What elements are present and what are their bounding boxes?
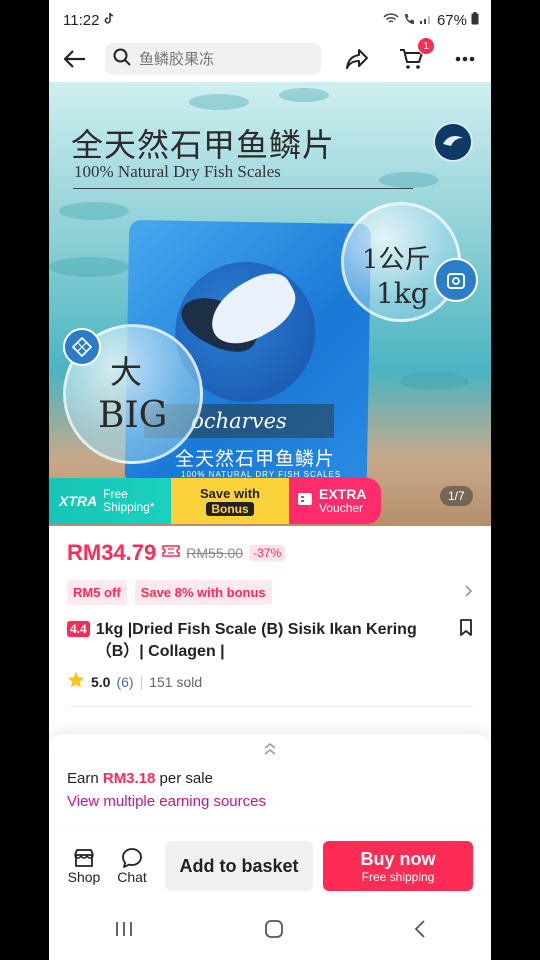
hero-divider (73, 188, 413, 189)
earn-amount: RM3.18 (102, 770, 156, 787)
signal-icon (419, 12, 433, 29)
brand-logo (433, 122, 473, 162)
promo-banner[interactable]: XTRA Free Shipping* Save with Bonus EXTR… (49, 478, 491, 524)
chat-button[interactable]: Chat (113, 847, 151, 885)
bottom-action-bar: Shop Chat Add to basket Buy now Free shi… (49, 830, 491, 902)
extra-voucher-promo[interactable]: EXTRA Voucher (289, 478, 381, 524)
call-icon (403, 12, 415, 29)
scale-icon (434, 258, 478, 302)
offer-chip[interactable]: RM5 off (67, 580, 127, 605)
chevron-right-icon[interactable] (465, 584, 473, 602)
coupon-icon (162, 544, 181, 563)
earn-text: Earn RM3.18 per sale (67, 770, 473, 787)
image-page-indicator: 1/7 (440, 486, 473, 506)
current-price: RM34.79 (67, 540, 157, 565)
product-title: 1kg |Dried Fish Scale (B) Sisik Ikan Ker… (95, 621, 417, 660)
back-nav-icon[interactable] (414, 919, 426, 944)
discount-badge: -37% (249, 545, 286, 561)
size-english: BIG (98, 395, 168, 436)
free-shipping-sublabel: Free shipping (361, 869, 435, 884)
bonus-promo[interactable]: Save with Bonus (171, 478, 289, 524)
battery-percent: 67% (436, 11, 467, 29)
price-row: RM34.79 RM55.00 -37% (67, 540, 473, 566)
back-button[interactable] (61, 45, 89, 73)
divider (67, 706, 473, 707)
earn-suffix: per sale (155, 770, 213, 787)
weight-english: 1kg (376, 277, 429, 310)
product-title-row: 4.4 1kg |Dried Fish Scale (B) Sisik Ikan… (67, 619, 473, 663)
cart-button[interactable]: 1 (397, 37, 435, 73)
voucher-label: Voucher (319, 501, 364, 515)
hero-title-english: 100% Natural Dry Fish Scales (74, 162, 281, 181)
wifi-icon (383, 12, 399, 29)
free-shipping-label: Free Shipping* (103, 487, 155, 514)
back-arrow-icon (64, 50, 85, 68)
top-nav-bar: 1 (49, 37, 491, 78)
more-button[interactable] (451, 45, 479, 73)
status-time: 11:22 (63, 11, 100, 29)
offer-chip[interactable]: Save 8% with bonus (134, 580, 272, 605)
original-price: RM55.00 (186, 545, 244, 561)
earning-sources-link[interactable]: View multiple earning sources (67, 793, 473, 810)
rating-row[interactable]: 5.0 (6) | 151 sold (67, 671, 473, 692)
share-icon (346, 49, 368, 69)
chat-icon (122, 848, 142, 868)
diamond-grid-icon (63, 328, 101, 366)
home-icon[interactable] (264, 919, 284, 944)
free-shipping-promo[interactable]: XTRA Free Shipping* (49, 478, 171, 524)
tiktok-notification-icon (103, 12, 115, 29)
shop-icon (74, 849, 94, 867)
size-chinese: 大 (110, 353, 143, 391)
cart-count-badge: 1 (417, 37, 435, 55)
app-screen: 11:22 67% 鱼鳞胶果冻 1 全天然石甲鱼鳞片 100% Natural … (49, 0, 491, 960)
bonus-label: Bonus (206, 502, 254, 516)
xtra-label: XTRA (59, 493, 98, 509)
buy-now-button[interactable]: Buy now Free shipping (323, 841, 473, 891)
offer-chips[interactable]: RM5 off Save 8% with bonus (67, 580, 473, 605)
chat-label: Chat (117, 869, 147, 885)
bookmark-icon[interactable] (459, 619, 473, 663)
status-bar: 11:22 67% (49, 0, 491, 40)
weight-chinese: 1公斤 (362, 245, 431, 275)
rating-score: 5.0 (91, 673, 111, 690)
buy-now-label: Buy now (360, 848, 436, 869)
battery-icon (471, 11, 479, 29)
system-nav-bar (49, 902, 491, 960)
sold-count: 151 sold (149, 673, 203, 690)
product-info: RM34.79 RM55.00 -37% RM5 off Save 8% wit… (49, 526, 491, 707)
shop-button[interactable]: Shop (65, 847, 103, 885)
star-icon (67, 671, 85, 692)
rating-separator: | (139, 673, 144, 690)
earn-prefix: Earn (67, 770, 103, 787)
save-with-label: Save with (200, 486, 260, 501)
rating-tag: 4.4 (67, 621, 90, 637)
recent-apps-icon[interactable] (114, 920, 134, 943)
search-icon (113, 48, 131, 71)
extra-label: EXTRA (319, 486, 367, 502)
search-input[interactable] (139, 50, 313, 68)
product-image-carousel[interactable]: 全天然石甲鱼鳞片 100% Natural Dry Fish Scales oc… (49, 82, 491, 526)
hero-title-chinese: 全天然石甲鱼鳞片 (71, 126, 336, 164)
earnings-sheet[interactable]: Earn RM3.18 per sale View multiple earni… (49, 734, 491, 828)
chevron-up-icon[interactable] (67, 742, 473, 758)
shop-label: Shop (67, 869, 101, 885)
more-dots-icon (455, 56, 475, 62)
review-count[interactable]: (6) (116, 674, 133, 690)
add-to-basket-button[interactable]: Add to basket (165, 841, 313, 891)
voucher-icon (297, 491, 313, 512)
search-bar[interactable] (105, 43, 321, 75)
bag-chinese-label: 全天然石甲鱼鳞片 (175, 448, 336, 470)
share-button[interactable] (343, 45, 371, 73)
